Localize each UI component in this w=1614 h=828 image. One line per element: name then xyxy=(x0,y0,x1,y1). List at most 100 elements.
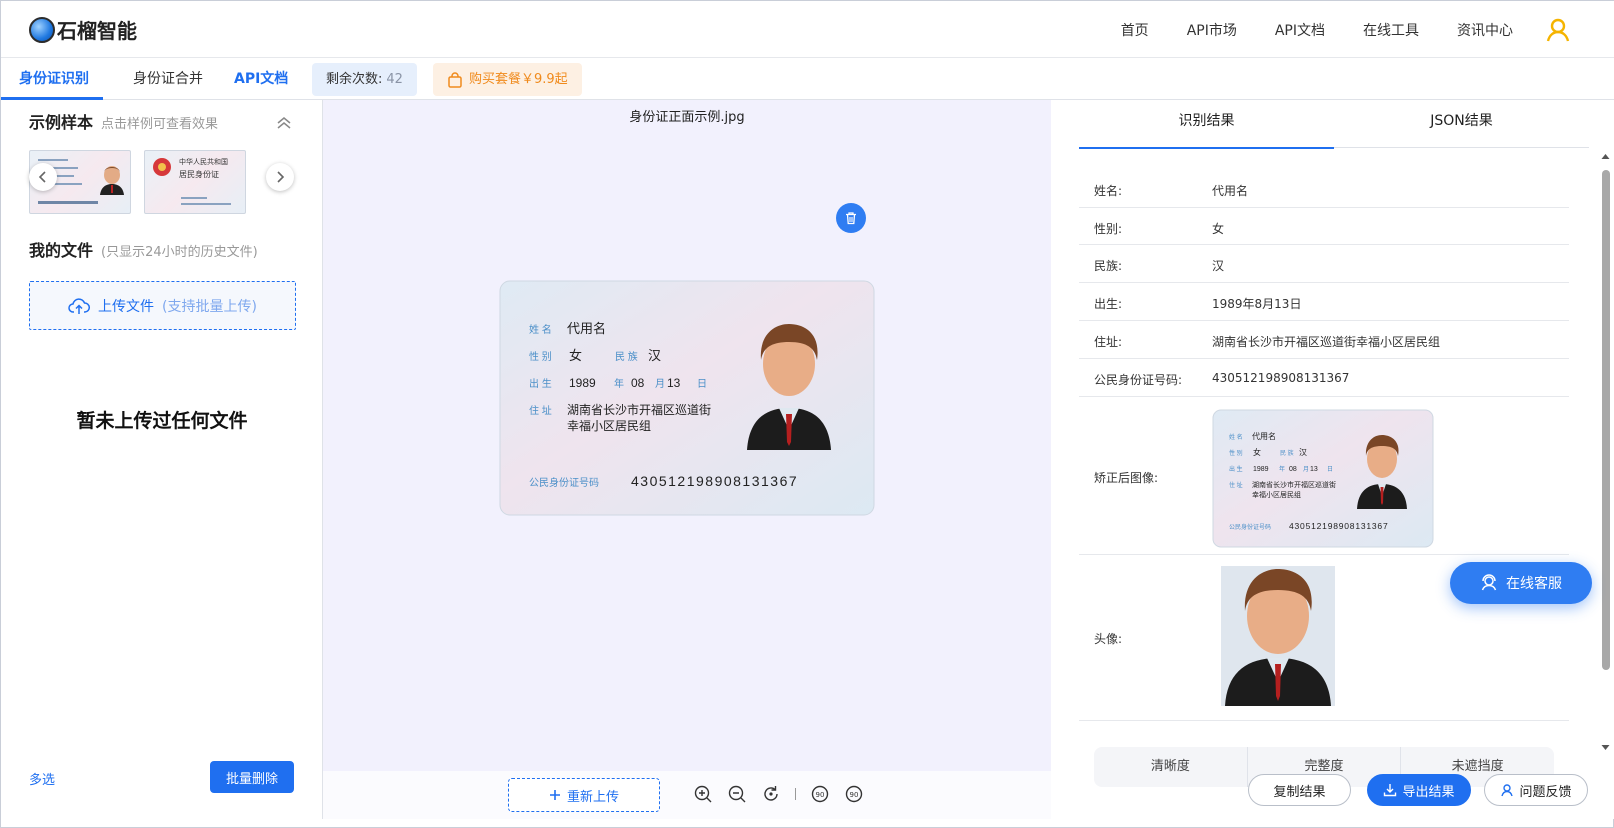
zoom-out-icon[interactable] xyxy=(727,784,747,804)
tab-api-docs[interactable]: API文档 xyxy=(234,58,288,100)
field-value: 湖南省长沙市开福区巡道街幸福小区居民组 xyxy=(1212,335,1441,349)
result-row-ethnic: 民族: 汉 xyxy=(1079,245,1569,283)
zoom-in-icon[interactable] xyxy=(693,784,713,804)
samples-title: 示例样本 xyxy=(29,113,94,132)
card-addr-label: 住 址 xyxy=(1229,481,1243,489)
plus-icon xyxy=(549,790,560,800)
image-tools: 90 90 xyxy=(693,784,864,804)
tab-id-merge[interactable]: 身份证合并 xyxy=(133,58,203,100)
card-name: 代用名 xyxy=(1252,431,1276,441)
card-month-unit: 月 xyxy=(655,378,665,390)
preview-toolbar: 重新上传 90 90 xyxy=(323,771,1051,819)
top-header: 石榴智能 首页 API市场 API文档 在线工具 资讯中心 xyxy=(1,1,1614,58)
trash-icon xyxy=(846,212,856,225)
tab-recognition-result[interactable]: 识别结果 xyxy=(1079,100,1334,149)
user-icon[interactable] xyxy=(1545,17,1571,43)
field-label: 公民身份证号码: xyxy=(1094,373,1183,387)
buy-package-button[interactable]: 购买套餐￥9.9起 xyxy=(433,63,582,96)
batch-delete-button[interactable]: 批量删除 xyxy=(210,761,294,793)
left-panel: 示例样本 点击样例可查看效果 中华人民共和国 居民身份证 我的文件 (只显示24… xyxy=(1,100,323,819)
my-files-hint: (只显示24小时的历史文件) xyxy=(101,245,258,260)
field-value: 1989年8月13日 xyxy=(1212,297,1302,311)
result-row-birth: 出生: 1989年8月13日 xyxy=(1079,283,1569,321)
card-birth-day: 13 xyxy=(1310,466,1318,473)
card-birth-month: 08 xyxy=(631,376,645,390)
field-label: 民族: xyxy=(1094,259,1123,273)
nav-api-docs[interactable]: API文档 xyxy=(1275,20,1325,40)
remaining-count: 42 xyxy=(386,72,403,87)
rotate-right-90-icon[interactable]: 90 xyxy=(844,784,864,804)
nav-online-tools[interactable]: 在线工具 xyxy=(1363,20,1419,40)
card-gender-label: 性 别 xyxy=(529,350,552,363)
upload-file-button[interactable]: 上传文件 (支持批量上传) xyxy=(29,281,296,330)
back-title-line1: 中华人民共和国 xyxy=(179,157,228,166)
tab-bar: 身份证识别 身份证合并 API文档 剩余次数: 42 购买套餐￥9.9起 xyxy=(1,58,1614,100)
id-card-preview[interactable]: 姓 名 代用名 性 别 女 民 族 汉 出 生 1989 年 08 月 13 日… xyxy=(499,280,875,516)
card-gender-label: 性 别 xyxy=(1229,449,1243,457)
rotate-icon[interactable] xyxy=(761,784,781,804)
card-id-label: 公民身份证号码 xyxy=(1229,523,1271,531)
chevron-right-icon xyxy=(277,171,285,183)
card-ethnic-label: 民 族 xyxy=(615,350,638,363)
card-birth-year: 1989 xyxy=(569,376,596,390)
preview-panel: 身份证正面示例.jpg 姓 名 代用名 性 别 女 民 族 汉 出 生 1989… xyxy=(323,100,1051,819)
card-birth-month: 08 xyxy=(1289,466,1297,473)
card-ethnic: 汉 xyxy=(648,348,661,363)
rotate-left-90-icon[interactable]: 90 xyxy=(810,784,830,804)
nav-api-market[interactable]: API市场 xyxy=(1187,20,1237,40)
card-day-unit: 日 xyxy=(1327,466,1333,473)
feedback-button[interactable]: 问题反馈 xyxy=(1484,774,1588,806)
buy-package-label: 购买套餐￥9.9起 xyxy=(469,72,568,87)
corrected-card-image[interactable]: 姓 名 代用名 性 别 女 民 族 汉 出 生 1989 年 08 月 13 日… xyxy=(1212,409,1434,548)
card-id-number: 430512198908131367 xyxy=(631,473,798,489)
scrollbar-thumb[interactable] xyxy=(1602,170,1610,670)
card-name: 代用名 xyxy=(567,321,606,336)
card-birth-label: 出 生 xyxy=(529,377,552,390)
id-back-thumbnail: 中华人民共和国 居民身份证 xyxy=(153,157,231,205)
logo-icon xyxy=(29,16,55,43)
result-tabs: 识别结果 JSON结果 xyxy=(1079,100,1589,149)
field-value: 女 xyxy=(1212,222,1225,236)
card-ethnic-label: 民 族 xyxy=(1280,449,1294,457)
multi-select-link[interactable]: 多选 xyxy=(29,769,55,788)
sample-thumb-back[interactable]: 中华人民共和国 居民身份证 xyxy=(144,150,246,214)
tab-json-result[interactable]: JSON结果 xyxy=(1334,100,1589,148)
sample-prev-button[interactable] xyxy=(29,163,57,191)
main-nav: 首页 API市场 API文档 在线工具 资讯中心 xyxy=(1121,20,1513,40)
remaining-label: 剩余次数: xyxy=(326,72,383,87)
app-window: 石榴智能 首页 API市场 API文档 在线工具 资讯中心 身份证识别 身份证合… xyxy=(0,0,1614,828)
field-label: 住址: xyxy=(1094,335,1123,349)
card-addr-line2: 幸福小区居民组 xyxy=(567,418,651,433)
field-label: 矫正后图像: xyxy=(1094,471,1159,485)
field-value: 430512198908131367 xyxy=(1212,371,1350,385)
collapse-up-icon[interactable] xyxy=(275,114,293,130)
result-panel: 识别结果 JSON结果 姓名: 代用名 性别: 女 民族: 汉 出生: 1989… xyxy=(1051,100,1614,819)
feedback-label: 问题反馈 xyxy=(1519,784,1572,800)
card-year-unit: 年 xyxy=(1279,465,1285,473)
card-birth-day: 13 xyxy=(667,376,681,390)
card-month-unit: 月 xyxy=(1303,466,1309,473)
export-result-button[interactable]: 导出结果 xyxy=(1367,774,1471,806)
chevron-left-icon xyxy=(38,171,46,183)
nav-home[interactable]: 首页 xyxy=(1121,20,1149,40)
card-id-number: 430512198908131367 xyxy=(1289,521,1389,531)
card-addr-label: 住 址 xyxy=(529,404,552,417)
delete-image-button[interactable] xyxy=(836,203,866,233)
field-value: 代用名 xyxy=(1212,184,1249,198)
result-row-gender: 性别: 女 xyxy=(1079,208,1569,245)
empty-files-message: 暂未上传过任何文件 xyxy=(76,410,248,432)
nav-news[interactable]: 资讯中心 xyxy=(1457,20,1513,40)
field-label: 出生: xyxy=(1094,297,1123,311)
avatar-image[interactable] xyxy=(1221,566,1335,706)
result-row-corrected-image: 矫正后图像: 姓 名 代用名 性 别 女 民 族 汉 出 生 1989 年 08… xyxy=(1079,397,1569,555)
online-service-button[interactable]: 在线客服 xyxy=(1450,562,1592,604)
result-row-address: 住址: 湖南省长沙市开福区巡道街幸福小区居民组 xyxy=(1079,321,1569,359)
tab-id-recognition[interactable]: 身份证识别 xyxy=(1,58,103,100)
card-addr-line2: 幸福小区居民组 xyxy=(1252,490,1301,499)
field-label: 姓名: xyxy=(1094,184,1123,198)
reupload-button[interactable]: 重新上传 xyxy=(508,778,660,812)
logo-text: 石榴智能 xyxy=(57,19,137,43)
copy-result-button[interactable]: 复制结果 xyxy=(1248,774,1351,806)
logo[interactable]: 石榴智能 xyxy=(29,15,137,44)
sample-next-button[interactable] xyxy=(266,163,294,191)
